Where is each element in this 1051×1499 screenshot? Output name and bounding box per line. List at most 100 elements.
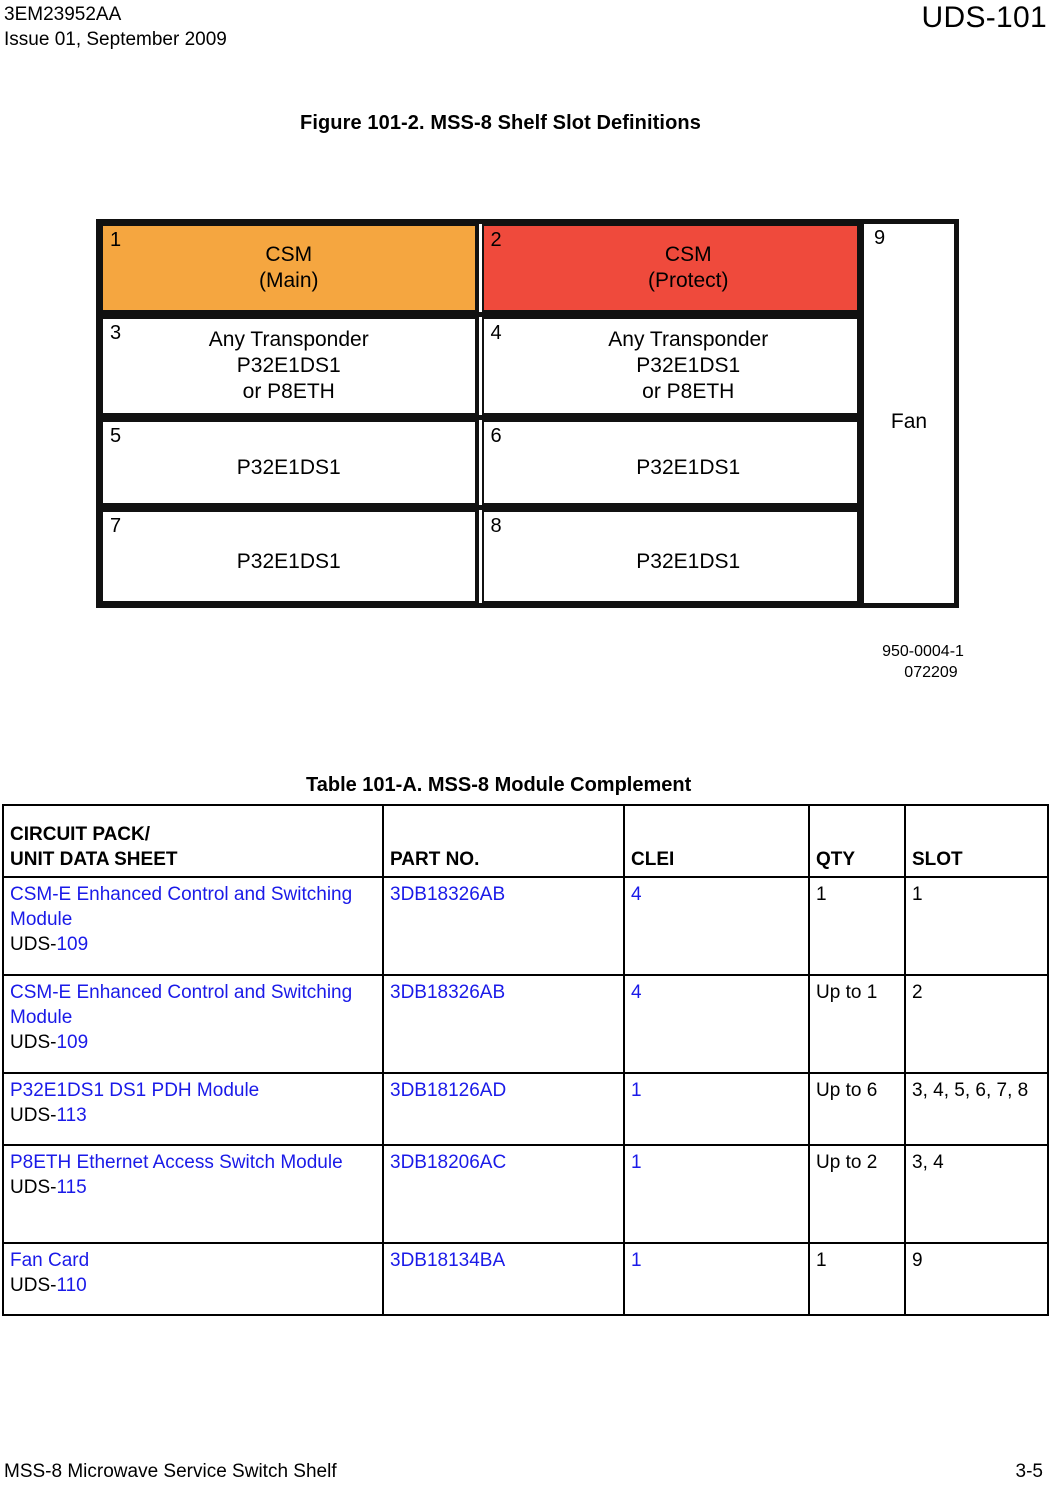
page-footer: MSS-8 Microwave Service Switch Shelf 3-5 — [0, 1459, 1051, 1487]
column-header-slot: SLOT — [904, 804, 1049, 878]
figure-drawing-number: 950-0004-1 — [882, 643, 964, 660]
uds-number-link[interactable]: 113 — [56, 1105, 86, 1126]
slot-label-line1: P32E1DS1 — [236, 455, 341, 479]
cell-slot: 3, 4, 5, 6, 7, 8 — [904, 1072, 1049, 1146]
shelf-row-2: 3 Any Transponder P32E1DS1 or P8ETH 4 An… — [101, 317, 859, 420]
slot-label-line2: P32E1DS1 — [236, 354, 341, 377]
shelf-slot-9-fan: 9 Fan — [864, 224, 954, 603]
table-row: CSM-E Enhanced Control and Switching Mod… — [2, 974, 1049, 1074]
uds-prefix: UDS- — [10, 934, 57, 955]
cell-clei[interactable]: 1 — [623, 1144, 810, 1244]
slot-content: P32E1DS1 — [484, 512, 858, 601]
cell-slot: 3, 4 — [904, 1144, 1049, 1244]
shelf-slot-1: 1 CSM (Main) — [101, 224, 479, 312]
cell-part-no[interactable]: 3DB18134BA — [382, 1242, 625, 1316]
slot-number: 1 — [110, 229, 122, 251]
slot-label-line1: Any Transponder — [608, 328, 769, 351]
uds-reference: UDS-115 — [10, 1175, 376, 1200]
table-title: Table 101-A. MSS-8 Module Complement — [306, 774, 692, 796]
table-row: Fan Card UDS-110 3DB18134BA 1 1 9 — [2, 1242, 1049, 1316]
cell-qty: Up to 6 — [808, 1072, 906, 1146]
uds-number-link[interactable]: 109 — [56, 934, 88, 955]
cell-part-no[interactable]: 3DB18326AB — [382, 974, 625, 1074]
cell-qty: Up to 1 — [808, 974, 906, 1074]
slot-label-line2: (Protect) — [647, 269, 729, 292]
column-header-qty: QTY — [808, 804, 906, 878]
slot-label-line1: P32E1DS1 — [236, 549, 341, 573]
header-left-block: 3EM23952AA Issue 01, September 2009 — [4, 2, 227, 52]
shelf-slot-3: 3 Any Transponder P32E1DS1 or P8ETH — [101, 317, 479, 415]
shelf-slot-7: 7 P32E1DS1 — [101, 510, 479, 603]
uds-prefix: UDS- — [10, 1275, 57, 1296]
cell-qty: 1 — [808, 1242, 906, 1316]
document-issue-date: Issue 01, September 2009 — [4, 29, 227, 50]
slot-number: 3 — [110, 322, 122, 344]
uds-prefix: UDS- — [10, 1105, 57, 1126]
cell-clei[interactable]: 4 — [623, 876, 810, 976]
cell-part-no[interactable]: 3DB18206AC — [382, 1144, 625, 1244]
slot-content: P32E1DS1 — [103, 422, 475, 503]
shelf-slot-5: 5 P32E1DS1 — [101, 420, 479, 505]
slot-label-line2: (Main) — [258, 269, 319, 292]
uds-number-link[interactable]: 109 — [56, 1032, 88, 1053]
slot-number: 6 — [490, 425, 502, 447]
slot-label-line3: or P8ETH — [242, 380, 335, 403]
uds-number-link[interactable]: 110 — [56, 1275, 86, 1296]
cell-unit-data-sheet: CSM-E Enhanced Control and Switching Mod… — [2, 974, 384, 1074]
column-header-clei: CLEI — [623, 804, 810, 878]
slot-content: P32E1DS1 — [103, 512, 475, 601]
fan-label: Fan — [890, 410, 928, 433]
module-name-link[interactable]: CSM-E Enhanced Control and Switching Mod… — [10, 884, 352, 930]
column-header-line2: UNIT DATA SHEET — [10, 849, 178, 870]
slot-number: 5 — [110, 425, 122, 447]
uds-number-link[interactable]: 115 — [56, 1177, 86, 1198]
uds-reference: UDS-110 — [10, 1273, 376, 1298]
cell-part-no[interactable]: 3DB18326AB — [382, 876, 625, 976]
figure-drawing-date: 072209 — [904, 664, 958, 681]
cell-clei[interactable]: 4 — [623, 974, 810, 1074]
module-name-link[interactable]: P8ETH Ethernet Access Switch Module — [10, 1152, 343, 1173]
footer-document-title: MSS-8 Microwave Service Switch Shelf — [4, 1461, 337, 1482]
shelf-row-3: 5 P32E1DS1 6 P32E1DS1 — [101, 420, 859, 510]
cell-clei[interactable]: 1 — [623, 1072, 810, 1146]
slot-number: 2 — [490, 229, 502, 251]
slot-label-line1: P32E1DS1 — [636, 549, 741, 573]
slot-label-line1: P32E1DS1 — [636, 455, 741, 479]
table-header-row: CIRCUIT PACK/ UNIT DATA SHEET PART NO. C… — [2, 804, 1049, 878]
slot-label-line1: CSM — [664, 243, 712, 266]
cell-qty: 1 — [808, 876, 906, 976]
uds-prefix: UDS- — [10, 1032, 57, 1053]
uds-reference: UDS-109 — [10, 1030, 376, 1055]
table-row: P8ETH Ethernet Access Switch Module UDS-… — [2, 1144, 1049, 1244]
section-id: UDS-101 — [921, 1, 1047, 34]
slot-content: Any Transponder P32E1DS1 or P8ETH — [484, 319, 858, 413]
slot-content: Any Transponder P32E1DS1 or P8ETH — [103, 319, 475, 413]
figure-source-caption: 950-0004-1 072209 — [843, 641, 1003, 683]
shelf-slots-column: 1 CSM (Main) 2 CSM (Protect) 3 Any Trans… — [101, 224, 864, 603]
shelf-slot-2: 2 CSM (Protect) — [481, 224, 859, 312]
cell-part-no[interactable]: 3DB18126AD — [382, 1072, 625, 1146]
figure-title: Figure 101-2. MSS-8 Shelf Slot Definitio… — [300, 112, 701, 134]
slot-number: 9 — [874, 227, 886, 249]
cell-clei[interactable]: 1 — [623, 1242, 810, 1316]
slot-number: 8 — [490, 515, 502, 537]
column-header-part-no: PART NO. — [382, 804, 625, 878]
uds-reference: UDS-113 — [10, 1103, 376, 1128]
cell-slot: 2 — [904, 974, 1049, 1074]
module-name-link[interactable]: Fan Card — [10, 1250, 89, 1271]
cell-unit-data-sheet: CSM-E Enhanced Control and Switching Mod… — [2, 876, 384, 976]
shelf-slot-8: 8 P32E1DS1 — [481, 510, 859, 603]
module-name-link[interactable]: P32E1DS1 DS1 PDH Module — [10, 1080, 259, 1101]
slot-label-line1: CSM — [265, 243, 313, 266]
cell-slot: 1 — [904, 876, 1049, 976]
slot-number: 7 — [110, 515, 122, 537]
slot-label-line2: P32E1DS1 — [636, 354, 741, 377]
column-header-line1: CIRCUIT PACK/ — [10, 824, 151, 845]
slot-content: CSM (Protect) — [484, 226, 858, 310]
slot-content: CSM (Main) — [103, 226, 475, 310]
cell-qty: Up to 2 — [808, 1144, 906, 1244]
document-id: 3EM23952AA — [4, 4, 122, 25]
cell-unit-data-sheet: P8ETH Ethernet Access Switch Module UDS-… — [2, 1144, 384, 1244]
module-name-link[interactable]: CSM-E Enhanced Control and Switching Mod… — [10, 982, 352, 1028]
shelf-slot-diagram: 1 CSM (Main) 2 CSM (Protect) 3 Any Trans… — [96, 219, 959, 608]
